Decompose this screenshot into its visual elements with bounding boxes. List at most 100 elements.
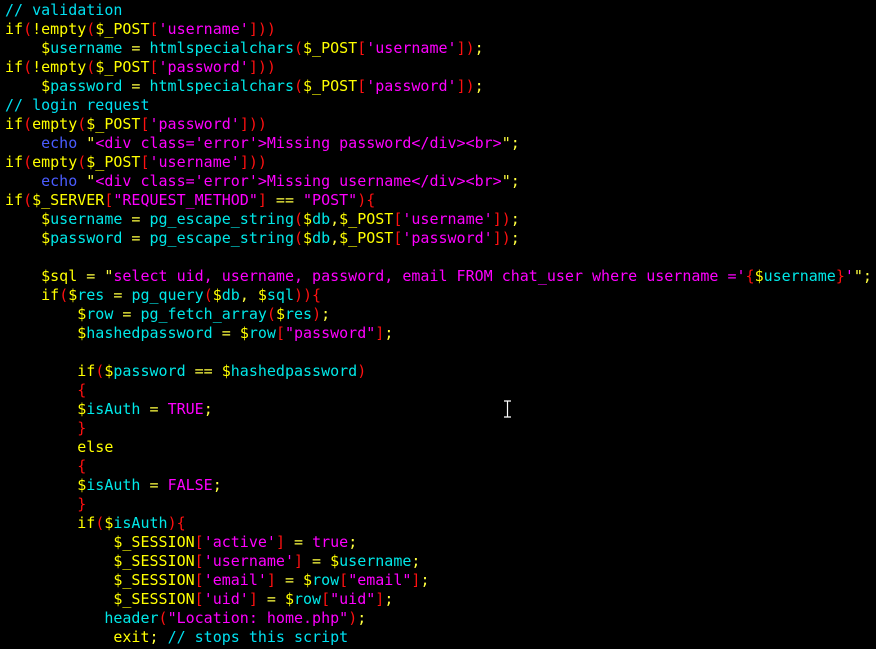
code-line[interactable] [5, 248, 872, 267]
code-line[interactable]: // validation [5, 1, 872, 20]
code-line[interactable]: $_SESSION['username'] = $username; [5, 552, 872, 571]
code-token: $ [284, 590, 294, 608]
code-token: if [77, 362, 96, 380]
code-line[interactable]: $isAuth = TRUE; [5, 400, 872, 419]
code-token: [ [194, 590, 204, 608]
code-token: [ [194, 533, 204, 551]
code-line[interactable]: $_SESSION['email'] = $row["email"]; [5, 571, 872, 590]
code-token: pg_escape_string [149, 229, 295, 247]
code-token: $_POST [303, 77, 358, 95]
code-line[interactable]: if($_SERVER["REQUEST_METHOD"] == "POST")… [5, 191, 872, 210]
code-line[interactable]: if(empty($_POST['password'])) [5, 115, 872, 134]
code-token: hashedpassword [230, 362, 358, 380]
code-line[interactable]: $username = pg_escape_string($db,$_POST[… [5, 210, 872, 229]
code-token: pg_fetch_array [140, 305, 267, 323]
code-token: $ [41, 77, 51, 95]
code-line[interactable]: // login request [5, 96, 872, 115]
code-line[interactable]: $password = htmlspecialchars($_POST['pas… [5, 77, 872, 96]
code-token: $ [330, 552, 340, 570]
code-token: "password" [284, 324, 376, 342]
code-token: ( [23, 58, 33, 76]
code-token: db [221, 286, 240, 304]
code-line[interactable]: if($res = pg_query($db, $sql)){ [5, 286, 872, 305]
code-line[interactable]: if(!empty($_POST['password'])) [5, 58, 872, 77]
code-token: row [294, 590, 322, 608]
code-token: 'uid' [203, 590, 249, 608]
code-line[interactable]: if(!empty($_POST['username'])) [5, 20, 872, 39]
code-token: 'password' [158, 58, 249, 76]
code-token: ' [844, 267, 854, 285]
code-token: ; [474, 39, 484, 57]
code-editor[interactable]: // validation if(!empty($_POST['username'… [5, 1, 872, 647]
code-token: "; [853, 267, 872, 285]
code-token: = [140, 400, 168, 418]
code-line[interactable]: if($isAuth){ [5, 514, 872, 533]
code-token: db [312, 229, 331, 247]
code-token: !empty [32, 58, 87, 76]
code-token: ( [203, 286, 213, 304]
code-line[interactable]: } [5, 495, 872, 514]
code-token: , [330, 229, 340, 247]
code-line[interactable]: if($password == $hashedpassword) [5, 362, 872, 381]
code-token: $_POST [86, 153, 141, 171]
code-token: ]) [456, 77, 475, 95]
code-line[interactable]: { [5, 457, 872, 476]
code-line[interactable]: } [5, 419, 872, 438]
code-token: ( [23, 20, 33, 38]
code-token: , [239, 286, 258, 304]
code-line[interactable]: $_SESSION['uid'] = $row["uid"]; [5, 590, 872, 609]
code-token: isAuth [113, 514, 168, 532]
code-token: echo [41, 134, 78, 152]
code-token: if [5, 153, 24, 171]
code-token: "Location: home.php" [167, 609, 349, 627]
code-line[interactable] [5, 343, 872, 362]
code-line[interactable]: $sql = "select uid, username, password, … [5, 267, 872, 286]
code-line[interactable]: $row = pg_fetch_array($res); [5, 305, 872, 324]
code-token: // stops this script [167, 628, 349, 646]
code-line[interactable]: { [5, 381, 872, 400]
code-line[interactable]: $_SESSION['active'] = true; [5, 533, 872, 552]
code-token: row [86, 305, 114, 323]
code-line[interactable]: $username = htmlspecialchars($_POST['use… [5, 39, 872, 58]
code-token: = [113, 305, 141, 323]
code-token: header [104, 609, 159, 627]
code-token: row [312, 571, 340, 589]
code-token: [ [357, 39, 367, 57]
code-token: hashedpassword [86, 324, 213, 342]
code-token: ( [23, 115, 33, 133]
code-token: "POST" [303, 191, 358, 209]
code-token: = [275, 571, 304, 589]
code-line[interactable]: else [5, 438, 872, 457]
code-token: ; [212, 476, 222, 494]
code-token: $ [303, 229, 313, 247]
code-token: = [303, 552, 331, 570]
code-token: if [5, 115, 24, 133]
code-line[interactable]: exit; // stops this script [5, 628, 872, 647]
code-line[interactable]: header("Location: home.php"); [5, 609, 872, 628]
code-token: [ [140, 153, 150, 171]
code-token: ) [348, 609, 358, 627]
code-line[interactable]: $isAuth = FALSE; [5, 476, 872, 495]
code-token: 'username' [149, 153, 240, 171]
code-token: exit [113, 628, 150, 646]
code-token: $ [77, 305, 87, 323]
code-token: $ [275, 305, 285, 323]
code-line[interactable]: $password = pg_escape_string($db,$_POST[… [5, 229, 872, 248]
code-token: "; [501, 172, 520, 190]
code-token: $ [754, 267, 764, 285]
code-token: pg_query [131, 286, 204, 304]
code-line[interactable]: echo "<div class='error'>Missing usernam… [5, 172, 872, 191]
code-line[interactable]: $hashedpassword = $row["password"]; [5, 324, 872, 343]
code-line[interactable]: if(empty($_POST['username'])) [5, 153, 872, 172]
code-token: ; [203, 400, 213, 418]
code-token: sql [266, 286, 294, 304]
code-line[interactable]: echo "<div class='error'>Missing passwor… [5, 134, 872, 153]
